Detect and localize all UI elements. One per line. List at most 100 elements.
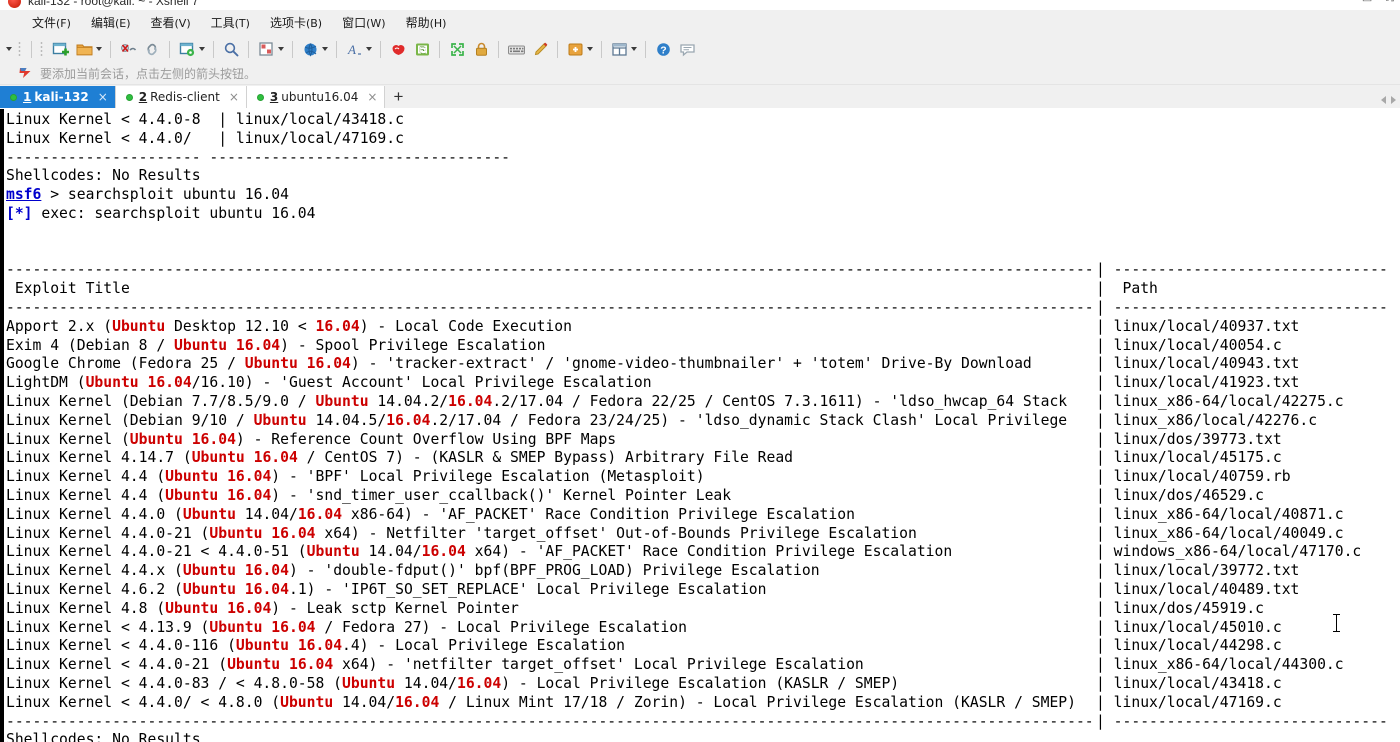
keyboard-icon[interactable] — [505, 38, 527, 60]
menu-item-3[interactable]: 查看(V) — [141, 11, 201, 34]
notification-text: 要添加当前会话，点击左侧的箭头按钮。 — [40, 66, 257, 81]
menu-item-accelerator: (F) — [56, 17, 71, 30]
open-folder-caret-icon[interactable] — [96, 47, 102, 51]
tab-scroll-right-icon[interactable] — [1391, 96, 1396, 104]
exploit-title-cell: Google Chrome (Fedora 25 / Ubuntu 16.04)… — [6, 355, 1032, 373]
menu-item-label: 选项卡 — [269, 16, 306, 30]
table-row: Linux Kernel < 4.13.9 (Ubuntu 16.04 / Fe… — [6, 619, 1400, 638]
properties-caret-icon[interactable] — [199, 47, 205, 51]
help-icon[interactable]: ? — [652, 38, 674, 60]
table-row: Google Chrome (Fedora 25 / Ubuntu 16.04)… — [6, 355, 1400, 374]
menu-item-4[interactable]: 工具(T) — [201, 11, 260, 34]
tab-ubuntu16-04[interactable]: 3 ubuntu16.04 × — [246, 86, 386, 108]
terminal-table-divider-bottom: ----------------------------------------… — [6, 713, 1400, 732]
tab-scroll-controls[interactable] — [1381, 96, 1396, 104]
open-folder-icon[interactable] — [73, 38, 95, 60]
tab-label: Redis-client — [150, 90, 220, 104]
exploit-path-cell: | linux/local/41923.txt — [1096, 374, 1300, 392]
exploit-path-cell: | linux/local/40489.txt — [1096, 580, 1300, 598]
exploit-title-cell: Linux Kernel (Debian 9/10 / Ubuntu 14.04… — [6, 411, 1068, 429]
globe-caret-icon[interactable] — [322, 47, 328, 51]
toolbar-grip[interactable] — [18, 40, 21, 58]
toolbar-grip-2[interactable] — [40, 40, 43, 58]
disconnect-icon[interactable] — [117, 38, 139, 60]
tab-status-dot-icon — [10, 93, 17, 101]
menu-item-6[interactable]: 窗口(W) — [332, 11, 395, 34]
window-controls[interactable]: ▭ ⛶ — [1362, 0, 1394, 5]
exploit-path-cell: | linux_x86-64/local/44300.c — [1096, 656, 1344, 674]
exploit-title-cell: Linux Kernel 4.4.0 (Ubuntu 14.04/16.04 x… — [6, 505, 855, 523]
fullscreen-icon[interactable] — [446, 38, 468, 60]
tab-close-icon[interactable]: × — [98, 91, 108, 103]
add-panel-caret-icon[interactable] — [587, 47, 593, 51]
menu-item-7[interactable]: 帮助(H) — [396, 11, 457, 34]
menu-item-accelerator: (E) — [114, 17, 131, 30]
table-row: Linux Kernel 4.4.0 (Ubuntu 14.04/16.04 x… — [6, 506, 1400, 525]
split-view-icon[interactable] — [608, 38, 630, 60]
properties-icon[interactable] — [176, 38, 198, 60]
table-row: Exim 4 (Debian 8 / Ubuntu 16.04) - Spool… — [6, 337, 1400, 356]
tab-close-icon[interactable]: × — [367, 91, 377, 103]
lock-icon[interactable] — [470, 38, 492, 60]
table-row: Linux Kernel 4.4.0-21 < 4.4.0-51 (Ubuntu… — [6, 543, 1400, 562]
exploit-title-cell: Linux Kernel < 4.13.9 (Ubuntu 16.04 / Fe… — [6, 618, 687, 636]
text-cursor-ibeam — [1333, 614, 1340, 632]
restore-icon[interactable]: ⛶ — [1386, 0, 1394, 5]
tab-number: 2 — [138, 90, 148, 104]
comment-icon[interactable] — [676, 38, 698, 60]
minimize-icon[interactable]: ▭ — [1362, 0, 1372, 5]
window-title: kali-132 - root@kali: ~ - Xshell 7 — [28, 0, 199, 8]
table-row: Linux Kernel 4.8 (Ubuntu 16.04) - Leak s… — [6, 600, 1400, 619]
terminal-line-shellcodes: Shellcodes: No Results — [6, 167, 201, 185]
tab-kali-132[interactable]: 1 kali-132 × — [0, 86, 116, 108]
tab-redis-client[interactable]: 2 Redis-client × — [115, 86, 247, 108]
exploit-path-cell: | linux/dos/46529.c — [1096, 486, 1265, 504]
font-icon[interactable]: A — [343, 38, 365, 60]
exploit-title-cell: Linux Kernel < 4.4.0-116 (Ubuntu 16.04.4… — [6, 637, 626, 655]
find-icon[interactable] — [220, 38, 242, 60]
terminal-table-divider-top: ----------------------------------------… — [6, 261, 1400, 280]
menu-item-1[interactable]: 文件(F) — [22, 11, 81, 34]
log-icon[interactable]: ⎘ — [411, 38, 433, 60]
layout-icon[interactable] — [255, 38, 277, 60]
table-row: Linux Kernel 4.4.x (Ubuntu 16.04) - 'dou… — [6, 562, 1400, 581]
split-view-caret-icon[interactable] — [631, 47, 637, 51]
table-row: Linux Kernel < 4.4.0-116 (Ubuntu 16.04.4… — [6, 637, 1400, 656]
exploit-title-cell: Linux Kernel 4.8 (Ubuntu 16.04) - Leak s… — [6, 599, 519, 617]
link-icon[interactable] — [141, 38, 163, 60]
exploit-path-cell: | ------------------------------- — [1096, 261, 1388, 279]
new-session-icon[interactable] — [49, 38, 71, 60]
menu-item-5[interactable]: 选项卡(B) — [260, 11, 332, 34]
layout-caret-icon[interactable] — [278, 47, 284, 51]
exploit-path-cell: | linux_x86-64/local/40049.c — [1096, 524, 1344, 542]
record-icon[interactable] — [387, 38, 409, 60]
tab-scroll-left-icon[interactable] — [1381, 96, 1386, 104]
exploit-path-cell: | linux/dos/39773.txt — [1096, 430, 1282, 448]
menu-item-accelerator: (T) — [234, 17, 250, 30]
terminal-line-preresult: Linux Kernel < 4.4.0/ | linux/local/4716… — [6, 129, 404, 147]
exploit-title-cell: Linux Kernel 4.4.0-21 (Ubuntu 16.04 x64)… — [6, 524, 917, 542]
table-row: Linux Kernel < 4.4.0-21 (Ubuntu 16.04 x6… — [6, 656, 1400, 675]
table-row: Linux Kernel < 4.4.0/ < 4.8.0 (Ubuntu 14… — [6, 694, 1400, 713]
new-tab-button[interactable]: + — [385, 86, 412, 108]
exploit-title-cell: ----------------------------------------… — [6, 261, 1096, 279]
tab-status-dot-icon — [125, 93, 133, 101]
font-caret-icon[interactable] — [366, 47, 372, 51]
table-row: Linux Kernel < 4.4.0-83 / < 4.8.0-58 (Ub… — [6, 675, 1400, 694]
svg-text:⎘: ⎘ — [419, 45, 426, 54]
tab-close-icon[interactable]: × — [229, 91, 239, 103]
menu-item-2[interactable]: 编辑(E) — [81, 11, 141, 34]
exploit-title-cell: Linux Kernel 4.4.0-21 < 4.4.0-51 (Ubuntu… — [6, 543, 953, 561]
terminal-blank — [6, 243, 1400, 262]
toolbar: A ⎘ ? — [0, 36, 1400, 62]
menu-item-label: 工具 — [210, 16, 235, 30]
globe-icon[interactable] — [299, 38, 321, 60]
menu-item-label: 查看 — [150, 16, 175, 30]
toolbar-overflow-caret-icon[interactable] — [6, 47, 12, 51]
add-panel-icon[interactable] — [564, 38, 586, 60]
svg-text:?: ? — [660, 44, 666, 56]
terminal-panel[interactable]: Linux Kernel < 4.4.0-8 | linux/local/434… — [0, 109, 1400, 742]
table-row: Linux Kernel 4.4.0-21 (Ubuntu 16.04 x64)… — [6, 525, 1400, 544]
menu-item-label: 文件 — [32, 16, 57, 30]
highlight-pen-icon[interactable] — [529, 38, 551, 60]
